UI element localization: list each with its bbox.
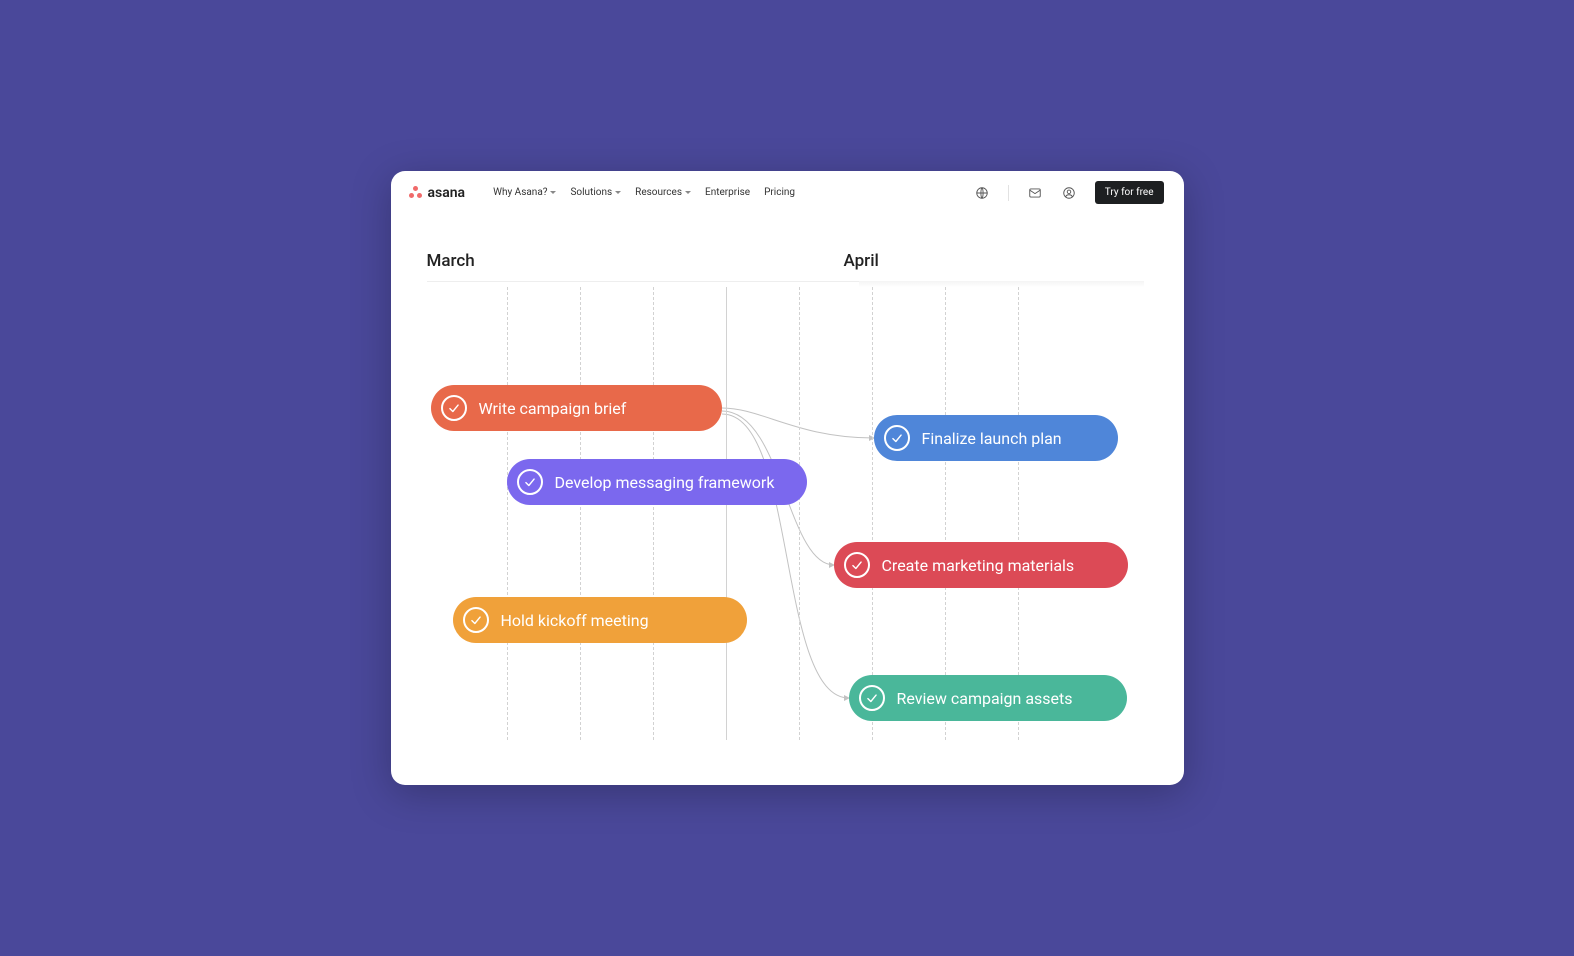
check-icon (517, 469, 543, 495)
timeline-gridline (1018, 287, 1019, 740)
nav-links: Why Asana? Solutions Resources Enterprise Pr… (493, 187, 795, 198)
nav-item[interactable]: Pricing (764, 187, 795, 198)
nav-item[interactable]: Why Asana? (493, 187, 556, 198)
dependency-arrow (722, 414, 849, 698)
month-label: April (844, 251, 879, 271)
timeline-gridline (799, 287, 800, 740)
brand-logo[interactable]: asana (409, 185, 466, 201)
timeline-gridline (507, 287, 508, 740)
task-label: Write campaign brief (479, 399, 627, 418)
timeline-gridline (726, 287, 727, 740)
task-label: Review campaign assets (897, 689, 1073, 708)
nav-item[interactable]: Solutions (570, 187, 621, 198)
task-label: Finalize launch plan (922, 429, 1062, 448)
nav-divider (1008, 185, 1009, 201)
nav-item-label: Why Asana? (493, 187, 547, 198)
timeline-gridline (945, 287, 946, 740)
task-label: Hold kickoff meeting (501, 611, 649, 630)
app-card: asana Why Asana? Solutions Resources Enterp… (391, 171, 1184, 785)
chevron-down-icon (615, 191, 621, 194)
timeline-view: March April Write campaign brief Develop me… (427, 251, 1144, 745)
user-icon[interactable] (1061, 185, 1077, 201)
task-write-brief[interactable]: Write campaign brief (431, 385, 722, 431)
check-icon (463, 607, 489, 633)
dependency-arrow (722, 408, 874, 438)
timeline-gridline (653, 287, 654, 740)
top-nav: asana Why Asana? Solutions Resources Enterp… (391, 171, 1184, 214)
nav-item[interactable]: Enterprise (705, 187, 750, 198)
check-icon (859, 685, 885, 711)
try-for-free-button[interactable]: Try for free (1095, 181, 1164, 204)
chevron-down-icon (550, 191, 556, 194)
globe-icon[interactable] (974, 185, 990, 201)
task-hold-kickoff[interactable]: Hold kickoff meeting (453, 597, 747, 643)
month-label: March (427, 251, 475, 271)
nav-item-label: Enterprise (705, 187, 750, 198)
brand-name: asana (428, 185, 466, 201)
check-icon (844, 552, 870, 578)
task-finalize[interactable]: Finalize launch plan (874, 415, 1118, 461)
task-create-mktg[interactable]: Create marketing materials (834, 542, 1128, 588)
mail-icon[interactable] (1027, 185, 1043, 201)
check-icon (884, 425, 910, 451)
nav-item[interactable]: Resources (635, 187, 691, 198)
task-review-assets[interactable]: Review campaign assets (849, 675, 1127, 721)
timeline-gridline (580, 287, 581, 740)
task-label: Create marketing materials (882, 556, 1075, 575)
task-label: Develop messaging framework (555, 473, 775, 492)
nav-item-label: Solutions (570, 187, 612, 198)
timeline-shade (859, 281, 1144, 287)
task-dev-messaging[interactable]: Develop messaging framework (507, 459, 807, 505)
nav-item-label: Pricing (764, 187, 795, 198)
timeline-gridline (872, 287, 873, 740)
nav-item-label: Resources (635, 187, 682, 198)
check-icon (441, 395, 467, 421)
asana-logo-icon (409, 186, 423, 200)
chevron-down-icon (685, 191, 691, 194)
